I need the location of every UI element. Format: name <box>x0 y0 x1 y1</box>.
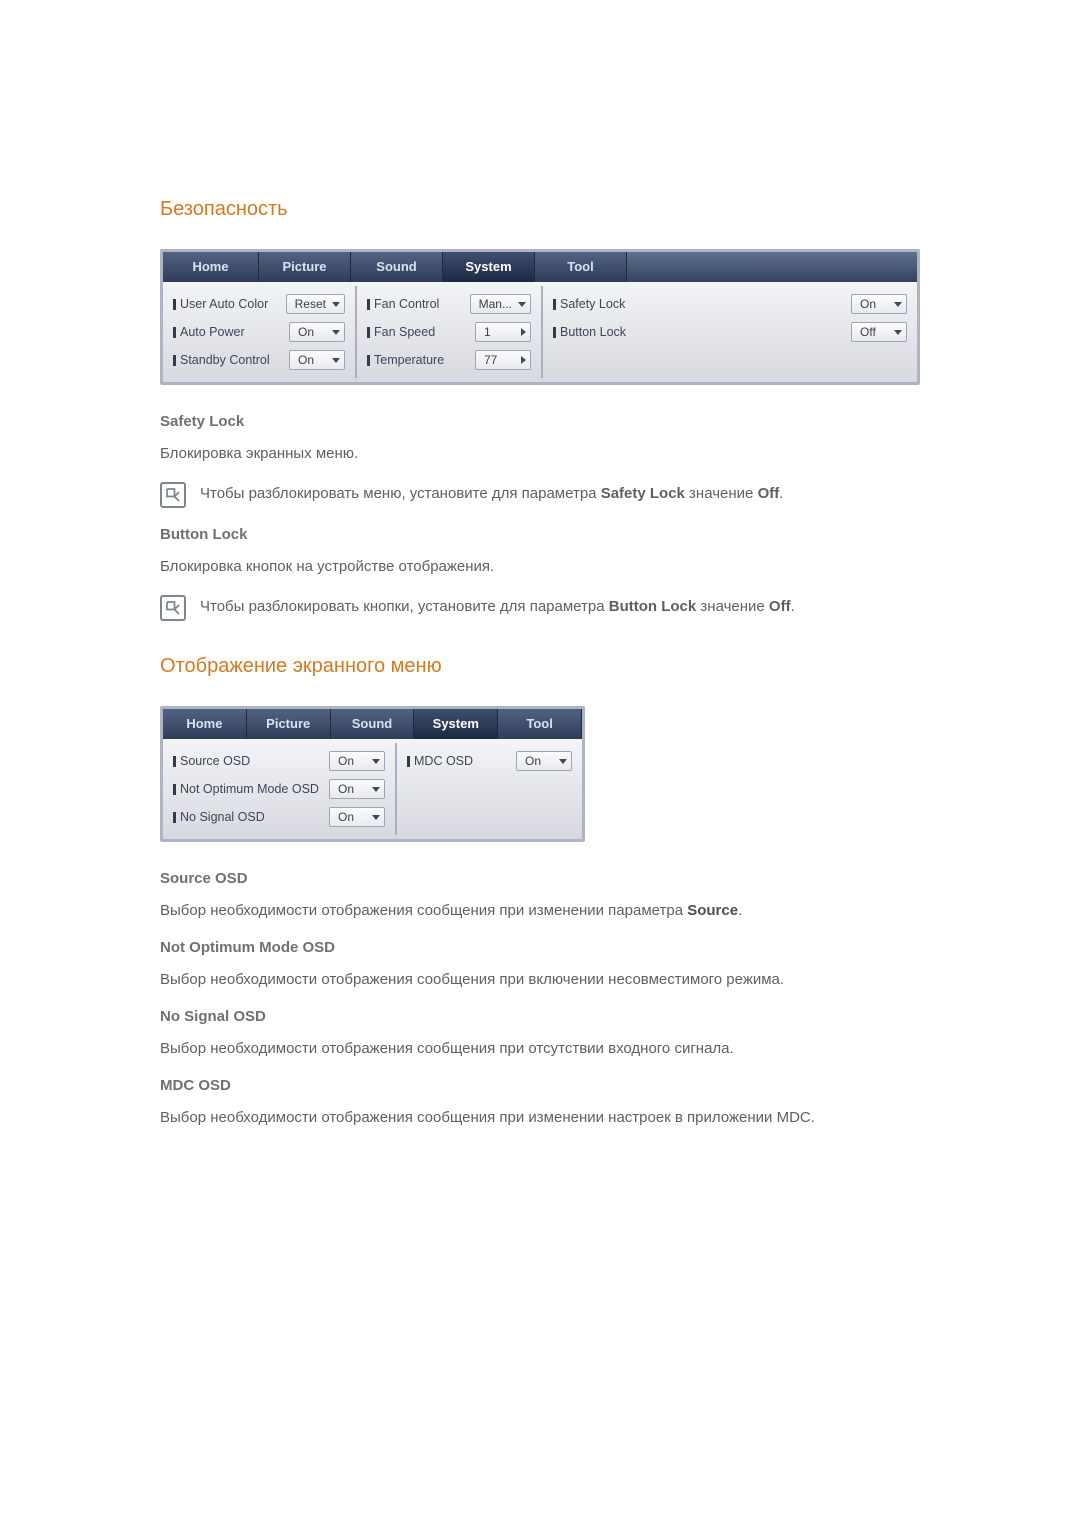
note-icon <box>160 482 186 508</box>
chevron-down-icon <box>559 759 567 764</box>
osd-col2: MDC OSD On <box>397 743 582 835</box>
label-standby-control: Standby Control <box>180 353 270 367</box>
value-safety-lock: On <box>860 297 876 311</box>
tab-bar: Home Picture Sound System Tool <box>163 252 917 282</box>
value-mdc-osd: On <box>525 754 541 768</box>
value-not-optimum: On <box>338 782 354 796</box>
tab-bar: Home Picture Sound System Tool <box>163 709 582 739</box>
dropdown-user-auto-color[interactable]: Reset <box>286 294 345 314</box>
arrow-right-icon <box>521 328 526 336</box>
dropdown-source-osd[interactable]: On <box>329 751 385 771</box>
security-col2: Fan Control Man... Fan Speed 1 Temperatu… <box>357 286 543 378</box>
label-user-auto-color: User Auto Color <box>180 297 268 311</box>
value-source-osd: On <box>338 754 354 768</box>
label-not-optimum: Not Optimum Mode OSD <box>180 782 319 796</box>
dropdown-safety-lock[interactable]: On <box>851 294 907 314</box>
label-mdc-osd: MDC OSD <box>414 754 473 768</box>
section-title-security: Безопасность <box>160 198 920 221</box>
tab-system[interactable]: System <box>414 709 498 739</box>
note-text-button-lock: Чтобы разблокировать кнопки, установите … <box>200 595 795 619</box>
security-col3: Safety Lock On Button Lock Off <box>543 286 917 378</box>
tab-tool[interactable]: Tool <box>498 709 582 739</box>
section-title-osd: Отображение экранного меню <box>160 655 920 678</box>
text-source-osd: Выбор необходимости отображения сообщени… <box>160 899 920 923</box>
arrow-right-icon <box>521 356 526 364</box>
note-text-safety-lock: Чтобы разблокировать меню, установите дл… <box>200 482 783 506</box>
heading-no-signal: No Signal OSD <box>160 1008 920 1025</box>
label-fan-speed: Fan Speed <box>374 325 435 339</box>
note-icon <box>160 595 186 621</box>
chevron-down-icon <box>372 759 380 764</box>
security-col1: User Auto Color Reset Auto Power On Stan… <box>163 286 357 378</box>
note-safety-lock: Чтобы разблокировать меню, установите дл… <box>160 482 920 508</box>
heading-safety-lock: Safety Lock <box>160 413 920 430</box>
dropdown-button-lock[interactable]: Off <box>851 322 907 342</box>
chevron-down-icon <box>372 787 380 792</box>
value-fan-speed: 1 <box>484 325 491 339</box>
dropdown-fan-control[interactable]: Man... <box>470 294 531 314</box>
heading-source-osd: Source OSD <box>160 870 920 887</box>
text-no-signal: Выбор необходимости отображения сообщени… <box>160 1037 920 1061</box>
text-not-optimum: Выбор необходимости отображения сообщени… <box>160 968 920 992</box>
value-fan-control: Man... <box>479 297 512 311</box>
chevron-down-icon <box>332 358 340 363</box>
stepper-fan-speed[interactable]: 1 <box>475 322 531 342</box>
value-button-lock: Off <box>860 325 876 339</box>
tab-system[interactable]: System <box>443 252 535 282</box>
tab-sound[interactable]: Sound <box>331 709 415 739</box>
dropdown-no-signal[interactable]: On <box>329 807 385 827</box>
value-temperature: 77 <box>484 353 497 367</box>
heading-mdc-osd: MDC OSD <box>160 1077 920 1094</box>
label-auto-power: Auto Power <box>180 325 245 339</box>
osd-col1: Source OSD On Not Optimum Mode OSD On No… <box>163 743 397 835</box>
osd-settings-panel: Home Picture Sound System Tool Source OS… <box>160 706 585 842</box>
dropdown-auto-power[interactable]: On <box>289 322 345 342</box>
text-safety-lock: Блокировка экранных меню. <box>160 442 920 466</box>
chevron-down-icon <box>372 815 380 820</box>
chevron-down-icon <box>518 302 526 307</box>
tab-sound[interactable]: Sound <box>351 252 443 282</box>
stepper-temperature[interactable]: 77 <box>475 350 531 370</box>
tab-picture[interactable]: Picture <box>247 709 331 739</box>
dropdown-standby-control[interactable]: On <box>289 350 345 370</box>
text-mdc-osd: Выбор необходимости отображения сообщени… <box>160 1106 920 1130</box>
dropdown-mdc-osd[interactable]: On <box>516 751 572 771</box>
note-button-lock: Чтобы разблокировать кнопки, установите … <box>160 595 920 621</box>
security-settings-panel: Home Picture Sound System Tool User Auto… <box>160 249 920 385</box>
value-standby-control: On <box>298 353 314 367</box>
chevron-down-icon <box>332 302 340 307</box>
tab-home[interactable]: Home <box>163 709 247 739</box>
text-button-lock: Блокировка кнопок на устройстве отображе… <box>160 555 920 579</box>
chevron-down-icon <box>894 330 902 335</box>
tab-picture[interactable]: Picture <box>259 252 351 282</box>
value-user-auto-color: Reset <box>295 297 326 311</box>
value-auto-power: On <box>298 325 314 339</box>
label-fan-control: Fan Control <box>374 297 439 311</box>
label-temperature: Temperature <box>374 353 444 367</box>
heading-not-optimum: Not Optimum Mode OSD <box>160 939 920 956</box>
label-no-signal: No Signal OSD <box>180 810 265 824</box>
dropdown-not-optimum[interactable]: On <box>329 779 385 799</box>
chevron-down-icon <box>894 302 902 307</box>
tab-home[interactable]: Home <box>163 252 259 282</box>
label-safety-lock: Safety Lock <box>560 297 625 311</box>
value-no-signal: On <box>338 810 354 824</box>
label-source-osd: Source OSD <box>180 754 250 768</box>
tab-tool[interactable]: Tool <box>535 252 627 282</box>
chevron-down-icon <box>332 330 340 335</box>
heading-button-lock: Button Lock <box>160 526 920 543</box>
label-button-lock: Button Lock <box>560 325 626 339</box>
